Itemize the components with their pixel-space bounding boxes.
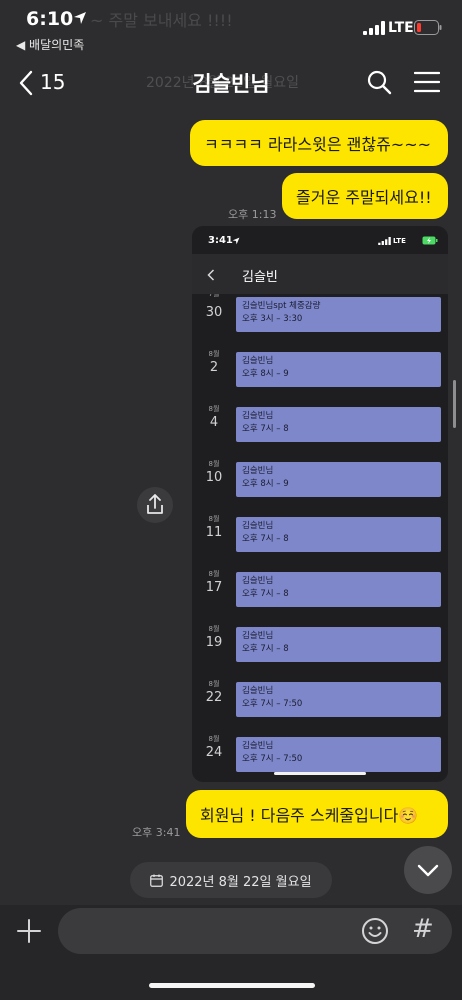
calendar-event-row: 8월 19 김슬빈님오후 7시 – 8 — [192, 625, 448, 667]
shot-status-time: 3:41 — [208, 235, 233, 246]
event-time: 오후 7시 – 7:50 — [242, 754, 303, 764]
event-day: 22 — [205, 690, 223, 705]
event-day: 17 — [205, 580, 223, 595]
event-day: 2 — [209, 360, 219, 375]
event-month: 8월 — [208, 350, 220, 358]
event-month: 8월 — [208, 625, 220, 633]
event-day: 11 — [205, 525, 223, 540]
location-arrow-icon — [232, 237, 240, 245]
event-time: 오후 8시 – 9 — [242, 369, 289, 379]
message-time: 오후 3:41 — [132, 826, 181, 839]
message-bubble[interactable]: 회원님 ! 다음주 스케줄입니다☺️ — [186, 790, 448, 838]
date-divider: 2022년 8월 22일 월요일 — [130, 862, 332, 898]
event-month: 8월 — [208, 680, 220, 688]
calendar-event-row: 8월 22 김슬빈님오후 7시 – 7:50 — [192, 680, 448, 722]
event-title: 김슬빈님 — [242, 411, 274, 421]
share-icon — [147, 494, 163, 514]
event-title: 김슬빈님 — [242, 576, 274, 586]
message-bubble[interactable]: ㅋㅋㅋㅋ 라라스윗은 괜찮쥬~~~ — [190, 120, 448, 166]
event-title: 김슬빈님spt 체중감량 — [242, 301, 321, 311]
event-time: 오후 7시 – 8 — [242, 589, 289, 599]
event-day: 24 — [205, 745, 223, 760]
back-to-app-link[interactable]: ◀ 배달의민족 — [16, 36, 84, 53]
event-month: 7월 — [208, 294, 220, 298]
event-card: 김슬빈님오후 7시 – 8 — [236, 572, 441, 607]
background-message-ghost: ~ 주말 보내세요 !!!! — [90, 11, 233, 30]
event-day: 4 — [209, 415, 219, 430]
event-month: 8월 — [208, 460, 220, 468]
calendar-event-row: 7월 30 김슬빈님spt 체중감량오후 3시 – 3:30 — [192, 294, 448, 337]
event-day: 10 — [205, 470, 223, 485]
event-month: 8월 — [208, 515, 220, 523]
event-card: 김슬빈님spt 체중감량오후 3시 – 3:30 — [236, 297, 441, 332]
event-time: 오후 7시 – 7:50 — [242, 699, 303, 709]
date-divider-label: 2022년 8월 22일 월요일 — [169, 874, 312, 890]
emoji-icon[interactable] — [361, 917, 389, 945]
status-time: 6:10 — [26, 8, 74, 30]
event-card: 김슬빈님오후 7시 – 8 — [236, 517, 441, 552]
event-title: 김슬빈님 — [242, 521, 274, 531]
signal-icon — [378, 237, 391, 245]
share-button[interactable] — [137, 487, 173, 523]
event-title: 김슬빈님 — [242, 741, 274, 751]
home-indicator — [149, 983, 315, 988]
calendar-icon — [150, 874, 164, 887]
event-card: 김슬빈님오후 7시 – 8 — [236, 407, 441, 442]
event-card: 김슬빈님오후 7시 – 7:50 — [236, 682, 441, 717]
back-chevron-icon — [207, 269, 215, 281]
event-month: 8월 — [208, 735, 220, 743]
shared-screenshot-image[interactable]: 3:41 LTE 김슬빈 7월 30 김슬빈님spt 체중감량오후 3시 – 3:3… — [192, 226, 448, 782]
calendar-event-row: 8월 11 김슬빈님오후 7시 – 8 — [192, 515, 448, 557]
shot-title: 김슬빈 — [242, 270, 278, 285]
calendar-event-row: 8월 4 김슬빈님오후 7시 – 8 — [192, 405, 448, 447]
event-card: 김슬빈님오후 8시 – 9 — [236, 352, 441, 387]
event-month: 8월 — [208, 405, 220, 413]
calendar-event-row: 8월 10 김슬빈님오후 8시 – 9 — [192, 460, 448, 502]
signal-icon — [363, 21, 385, 35]
calendar-event-row: 8월 24 김슬빈님오후 7시 – 7:50 — [192, 735, 448, 772]
event-month: 8월 — [208, 570, 220, 578]
scroll-to-bottom-button[interactable] — [404, 846, 452, 894]
message-time: 오후 1:13 — [228, 208, 277, 221]
menu-icon[interactable] — [414, 70, 440, 94]
shot-event-list: 7월 30 김슬빈님spt 체중감량 오후 3시 – 3:30 8월 2 김슬빈님 오후 8시… — [192, 294, 448, 772]
event-day: 19 — [205, 635, 223, 650]
event-title: 김슬빈님 — [242, 686, 274, 696]
event-card: 김슬빈님오후 7시 – 7:50 — [236, 737, 441, 772]
chevron-down-icon — [417, 864, 439, 877]
event-time: 오후 8시 – 9 — [242, 479, 289, 489]
battery-icon — [414, 20, 442, 35]
message-bubble[interactable]: 즐거운 주말되세요!! — [282, 173, 448, 219]
chat-title: 김슬빈님 — [192, 72, 270, 96]
calendar-event-row: 8월 17 김슬빈님오후 7시 – 8 — [192, 570, 448, 612]
event-title: 김슬빈님 — [242, 466, 274, 476]
event-day: 30 — [205, 305, 223, 320]
event-title: 김슬빈님 — [242, 356, 274, 366]
event-time: 오후 7시 – 8 — [242, 424, 289, 434]
location-arrow-icon — [74, 12, 86, 24]
chat-scrollbar[interactable] — [453, 380, 456, 428]
shot-header — [192, 254, 448, 294]
event-time: 오후 3시 – 3:30 — [242, 314, 303, 324]
event-card: 김슬빈님오후 7시 – 8 — [236, 627, 441, 662]
shot-home-indicator — [274, 772, 366, 775]
battery-charging-icon — [422, 236, 438, 245]
calendar-event-row: 8월 2 김슬빈님오후 8시 – 9 — [192, 350, 448, 392]
message-input[interactable] — [58, 908, 452, 954]
hash-icon[interactable]: # — [412, 914, 434, 944]
event-title: 김슬빈님 — [242, 631, 274, 641]
plus-icon[interactable] — [16, 918, 42, 944]
shot-network: LTE — [393, 237, 406, 245]
network-label: LTE — [388, 20, 414, 36]
search-icon[interactable] — [366, 69, 392, 95]
event-time: 오후 7시 – 8 — [242, 644, 289, 654]
event-time: 오후 7시 – 8 — [242, 534, 289, 544]
event-card: 김슬빈님오후 8시 – 9 — [236, 462, 441, 497]
